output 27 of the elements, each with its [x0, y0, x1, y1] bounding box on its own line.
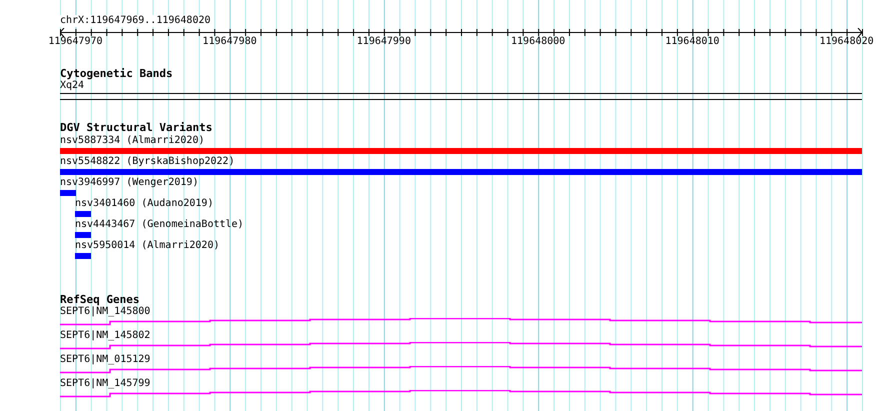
track-title: Cytogenetic Bands	[60, 67, 173, 80]
variant-bar[interactable]	[60, 190, 76, 196]
gene-label: SEPT6|NM_145800	[60, 306, 150, 318]
track-title: RefSeq Genes	[60, 293, 140, 306]
variant-bar[interactable]	[75, 211, 91, 217]
location-label: chrX:119647969..119648020	[60, 15, 211, 27]
variant-bar[interactable]	[60, 148, 862, 154]
variant-label: nsv5950014 (Almarri2020)	[75, 240, 220, 252]
band-label: Xq24	[60, 80, 84, 92]
ruler-label: 119647980	[202, 36, 257, 48]
ruler-label: 119647970	[48, 36, 103, 48]
gene-label: SEPT6|NM_145799	[60, 378, 150, 390]
variant-bar[interactable]	[75, 232, 91, 238]
variant-label: nsv3946997 (Wenger2019)	[60, 177, 198, 189]
ruler-label: 119648020	[819, 36, 874, 48]
variant-bar[interactable]	[60, 169, 862, 175]
variant-label: nsv5887334 (Almarri2020)	[60, 135, 204, 147]
variant-label: nsv4443467 (GenomeinaBottle)	[75, 219, 244, 231]
ruler-label: 119648000	[511, 36, 566, 48]
gene-label: SEPT6|NM_145802	[60, 330, 150, 342]
variant-bar[interactable]	[75, 253, 91, 259]
gene-label: SEPT6|NM_015129	[60, 354, 150, 366]
variant-label: nsv3401460 (Audano2019)	[75, 198, 214, 210]
ruler-label: 119647990	[356, 36, 411, 48]
ruler-label: 119648010	[665, 36, 720, 48]
track-title: DGV Structural Variants	[60, 121, 212, 134]
variant-label: nsv5548822 (ByrskaBishop2022)	[60, 156, 235, 168]
